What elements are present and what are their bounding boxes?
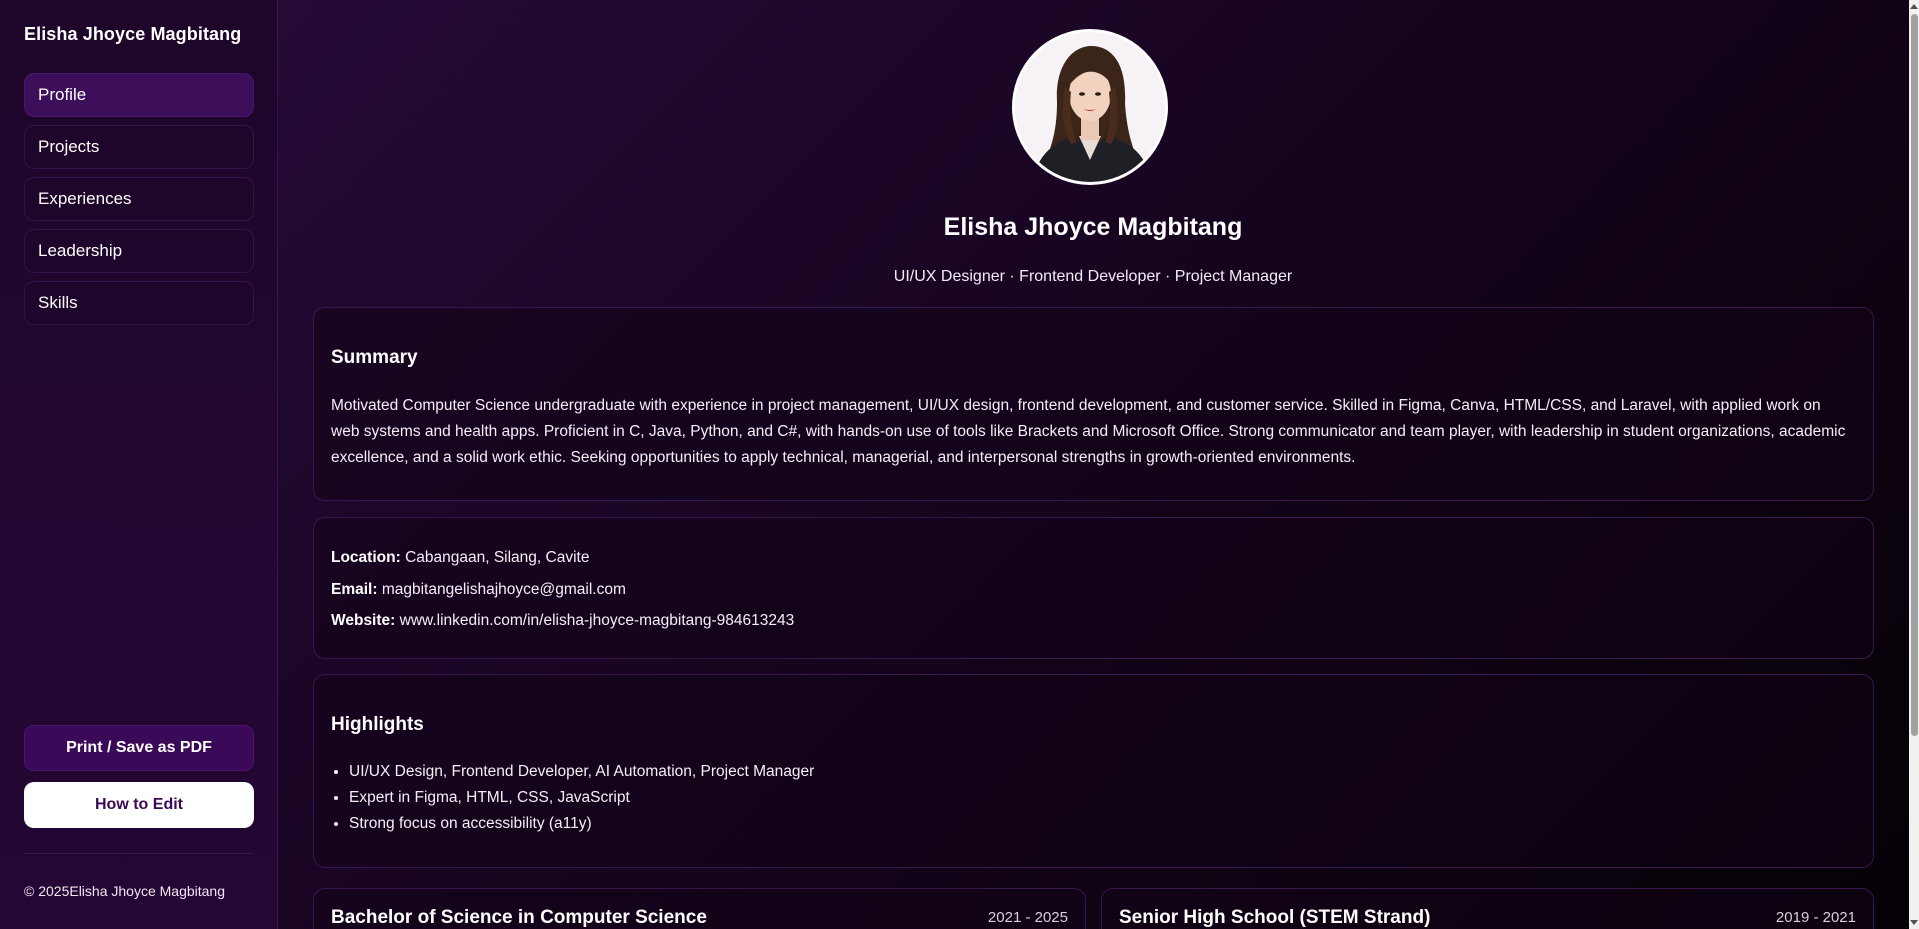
website-label: Website: xyxy=(331,612,396,629)
email-row: Email: magbitangelishajhoyce@gmail.com xyxy=(331,581,626,599)
education-card-bachelor: Bachelor of Science in Computer Science … xyxy=(313,888,1086,929)
email-label: Email: xyxy=(331,581,378,598)
sidebar-divider xyxy=(24,853,254,854)
website-link[interactable]: www.linkedin.com/in/elisha-jhoyce-magbit… xyxy=(400,612,795,629)
contact-card: Location: Cabangaan, Silang, Cavite Emai… xyxy=(313,517,1874,659)
copyright-text: © 2025Elisha Jhoyce Magbitang xyxy=(24,883,225,899)
main-content: Elisha Jhoyce Magbitang UI/UX Designer ·… xyxy=(278,0,1909,929)
education-years: 2021 - 2025 xyxy=(987,909,1068,926)
profile-avatar xyxy=(1012,29,1168,185)
highlights-list: UI/UX Design, Frontend Developer, AI Aut… xyxy=(331,759,814,837)
location-value: Cabangaan, Silang, Cavite xyxy=(405,549,590,566)
summary-text: Motivated Computer Science undergraduate… xyxy=(331,397,1846,466)
location-row: Location: Cabangaan, Silang, Cavite xyxy=(331,549,589,567)
email-value[interactable]: magbitangelishajhoyce@gmail.com xyxy=(382,581,626,598)
education-card-shs: Senior High School (STEM Strand) 2019 - … xyxy=(1101,888,1874,929)
scrollbar-thumb[interactable] xyxy=(1911,14,1918,736)
profile-name: Elisha Jhoyce Magbitang xyxy=(943,213,1243,241)
sidebar-nav: Profile Projects Experiences Leadership … xyxy=(24,73,254,325)
sidebar-item-profile[interactable]: Profile xyxy=(24,73,254,117)
sidebar-brand: Elisha Jhoyce Magbitang xyxy=(24,24,242,44)
print-save-pdf-button[interactable]: Print / Save as PDF xyxy=(24,725,254,771)
list-item: Strong focus on accessibility (a11y) xyxy=(349,811,814,837)
sidebar-item-experiences[interactable]: Experiences xyxy=(24,177,254,221)
education-years: 2019 - 2021 xyxy=(1775,909,1856,926)
scroll-down-icon[interactable] xyxy=(1910,920,1918,925)
website-row: Website: www.linkedin.com/in/elisha-jhoy… xyxy=(331,612,794,630)
profile-tagline: UI/UX Designer · Frontend Developer · Pr… xyxy=(893,268,1293,285)
sidebar-item-skills[interactable]: Skills xyxy=(24,281,254,325)
summary-heading: Summary xyxy=(331,347,418,368)
list-item: Expert in Figma, HTML, CSS, JavaScript xyxy=(349,785,814,811)
vertical-scrollbar[interactable] xyxy=(1909,0,1919,929)
how-to-edit-button[interactable]: How to Edit xyxy=(24,782,254,828)
highlights-heading: Highlights xyxy=(331,714,424,735)
education-title: Senior High School (STEM Strand) xyxy=(1119,907,1431,928)
list-item: UI/UX Design, Frontend Developer, AI Aut… xyxy=(349,759,814,785)
profile-photo xyxy=(1015,32,1165,182)
sidebar: Elisha Jhoyce Magbitang Profile Projects… xyxy=(0,0,278,929)
sidebar-item-projects[interactable]: Projects xyxy=(24,125,254,169)
summary-card: Summary Motivated Computer Science under… xyxy=(313,307,1874,501)
education-title: Bachelor of Science in Computer Science xyxy=(331,907,707,928)
location-label: Location: xyxy=(331,549,401,566)
scroll-up-icon[interactable] xyxy=(1910,4,1918,9)
highlights-card: Highlights UI/UX Design, Frontend Develo… xyxy=(313,674,1874,868)
sidebar-item-leadership[interactable]: Leadership xyxy=(24,229,254,273)
